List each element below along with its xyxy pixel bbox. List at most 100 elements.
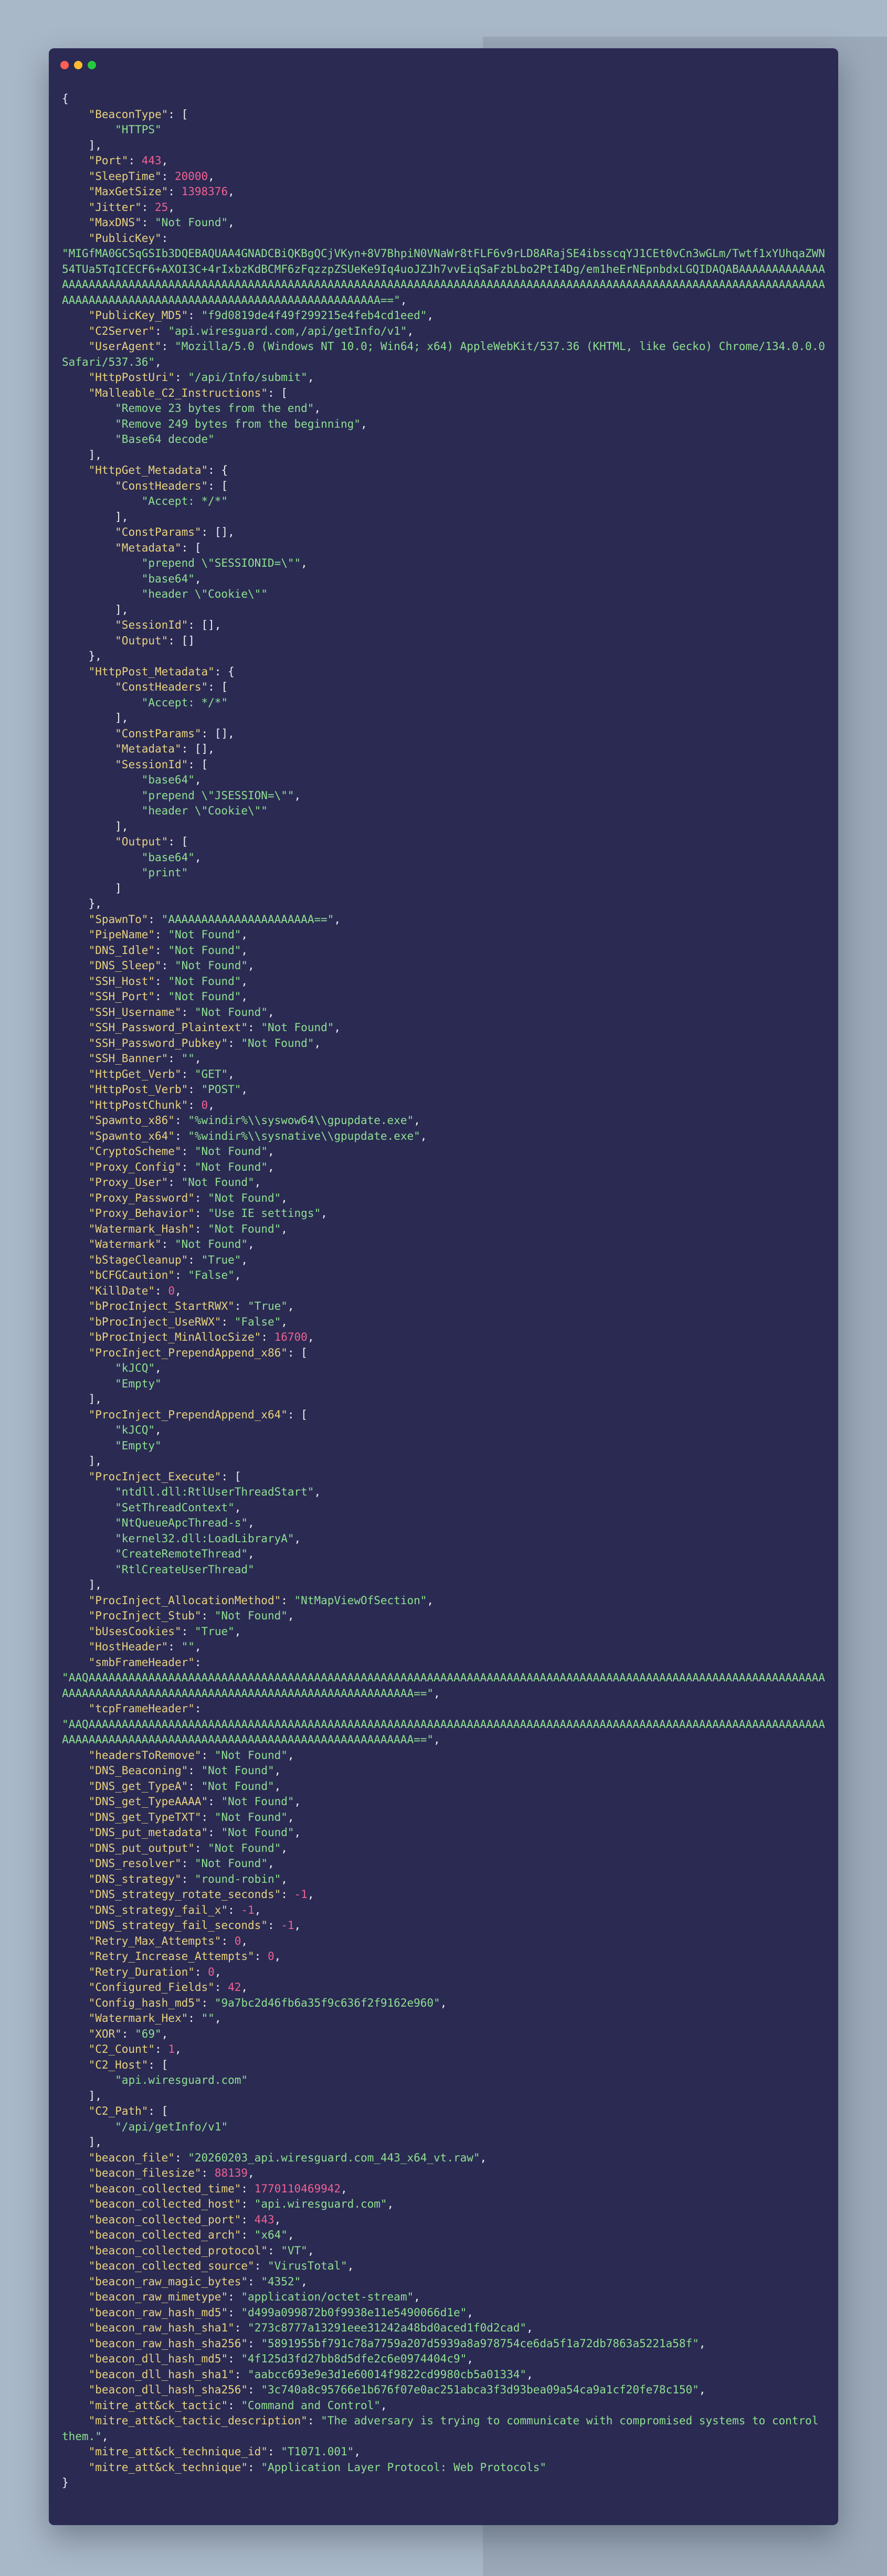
json-key: "DNS_get_TypeAAAA" <box>88 1795 208 1808</box>
json-key: "headersToRemove" <box>88 1748 202 1762</box>
json-string: "ntdll.dll:RtlUserThreadStart" <box>115 1486 314 1498</box>
json-key: "Output" <box>115 634 168 647</box>
json-key: "DNS_put_output" <box>88 1841 195 1854</box>
close-dot-icon[interactable] <box>60 61 69 69</box>
json-string: "kernel32.dll:LoadLibraryA" <box>115 1532 294 1545</box>
json-key: "SSH_Banner" <box>88 1052 168 1065</box>
json-punctuation <box>62 1021 89 1034</box>
json-punctuation <box>62 1130 89 1142</box>
json-punctuation <box>62 309 89 322</box>
json-punctuation <box>62 975 89 988</box>
json-punctuation <box>62 866 142 879</box>
json-punctuation: : <box>161 169 175 183</box>
json-number: 443 <box>254 2213 274 2226</box>
json-punctuation <box>62 1904 89 1916</box>
json-string: "kJCQ" <box>115 1362 155 1374</box>
json-punctuation: , <box>400 293 407 306</box>
json-punctuation: , <box>347 2260 354 2272</box>
json-punctuation: : <box>248 2461 261 2474</box>
json-string: "CreateRemoteThread" <box>115 1547 248 1560</box>
json-punctuation <box>62 1594 89 1607</box>
json-punctuation <box>62 1811 89 1824</box>
json-punctuation <box>62 1547 115 1560</box>
json-string: "Not Found" <box>168 990 241 1003</box>
json-punctuation: : <box>188 309 202 322</box>
minimize-dot-icon[interactable] <box>74 61 82 69</box>
json-key: "beacon_collected_arch" <box>88 2229 241 2241</box>
code-line: "HttpPostUri": "/api/Info/submit", <box>62 370 828 386</box>
json-punctuation: , <box>234 1625 241 1638</box>
json-punctuation: : <box>174 371 188 384</box>
json-punctuation: , <box>155 1424 162 1436</box>
json-punctuation <box>62 1331 89 1343</box>
json-punctuation <box>62 1826 89 1839</box>
json-punctuation: ], <box>62 603 129 616</box>
json-key: "DNS_Idle" <box>88 944 155 957</box>
json-punctuation: , <box>234 1501 241 1514</box>
json-punctuation <box>62 216 89 229</box>
json-punctuation: : <box>181 1145 195 1158</box>
json-punctuation <box>62 1888 89 1901</box>
code-line: }, <box>62 649 828 664</box>
json-key: "ConstHeaders" <box>115 681 208 693</box>
code-line: "BeaconType": [ <box>62 107 828 123</box>
json-punctuation <box>62 402 115 415</box>
code-line: "beacon_collected_arch": "x64", <box>62 2228 828 2243</box>
json-punctuation <box>62 1656 89 1669</box>
json-punctuation <box>62 2059 89 2071</box>
json-punctuation: , <box>427 1594 434 1607</box>
json-key: "SpawnTo" <box>88 913 149 926</box>
code-line: "beacon_raw_hash_sha256": "5891955bf791c… <box>62 2336 828 2352</box>
json-punctuation: , <box>281 1222 288 1235</box>
json-key: "ConstHeaders" <box>115 479 208 492</box>
json-punctuation <box>62 1161 89 1173</box>
json-punctuation: , <box>194 1640 202 1653</box>
code-line: "Accept: */*" <box>62 695 828 711</box>
code-line: "beacon_dll_hash_sha1": "aabcc693e9e3d1e… <box>62 2367 828 2383</box>
code-line: "base64", <box>62 772 828 788</box>
json-string: "Not Found" <box>214 1748 288 1762</box>
json-punctuation: : <box>234 1300 248 1312</box>
json-string: "MIGfMA0GCSqGSIb3DQEBAQUAA4GNADCBiQKBgQC… <box>62 247 825 306</box>
json-punctuation: : [], <box>188 619 221 631</box>
json-key: "DNS_Sleep" <box>88 959 162 972</box>
json-string: "3c740a8c95766e1b676f07e0ac251abca3f3d93… <box>261 2383 699 2396</box>
code-line: ], <box>62 1577 828 1593</box>
code-line: "ProcInject_Execute": [ <box>62 1469 828 1485</box>
json-punctuation: , <box>241 944 248 957</box>
json-key: "mitre_att&ck_technique_id" <box>88 2445 268 2458</box>
json-punctuation <box>62 480 115 492</box>
json-key: "SSH_Host" <box>88 974 155 988</box>
code-line: "Remove 249 bytes from the beginning", <box>62 417 828 432</box>
json-key: "DNS_strategy_rotate_seconds" <box>88 1888 281 1901</box>
json-punctuation: : <box>228 2352 241 2365</box>
code-line: "ntdll.dll:RtlUserThreadStart", <box>62 1485 828 1500</box>
json-punctuation <box>62 387 89 399</box>
json-punctuation: : <box>201 1609 215 1622</box>
json-punctuation: : <box>248 2383 261 2396</box>
json-punctuation <box>62 1254 89 1266</box>
json-punctuation: : <box>188 1083 202 1096</box>
json-punctuation: , <box>228 216 235 229</box>
json-key: "CryptoScheme" <box>88 1145 182 1158</box>
json-punctuation: , <box>267 1005 274 1019</box>
json-punctuation: : <box>234 2321 248 2334</box>
json-string: "Not Found" <box>208 1841 281 1854</box>
code-line: "DNS_put_output": "Not Found", <box>62 1841 828 1857</box>
json-number: 0 <box>234 1934 241 1947</box>
json-key: "Metadata" <box>115 743 182 755</box>
code-line: "Accept: */*" <box>62 494 828 510</box>
json-punctuation: , <box>287 1300 294 1312</box>
json-punctuation: ], <box>62 1578 102 1591</box>
json-punctuation: , <box>267 1160 274 1173</box>
json-punctuation <box>62 727 115 740</box>
json-punctuation: , <box>241 1083 248 1096</box>
json-punctuation <box>62 2461 89 2474</box>
json-punctuation <box>62 542 115 554</box>
code-line: "beacon_dll_hash_sha256": "3c740a8c95766… <box>62 2382 828 2398</box>
json-punctuation <box>62 696 142 709</box>
json-punctuation <box>62 1176 89 1189</box>
json-string: "Not Found" <box>208 1191 281 1204</box>
json-punctuation: , <box>407 324 414 337</box>
maximize-dot-icon[interactable] <box>88 61 96 69</box>
